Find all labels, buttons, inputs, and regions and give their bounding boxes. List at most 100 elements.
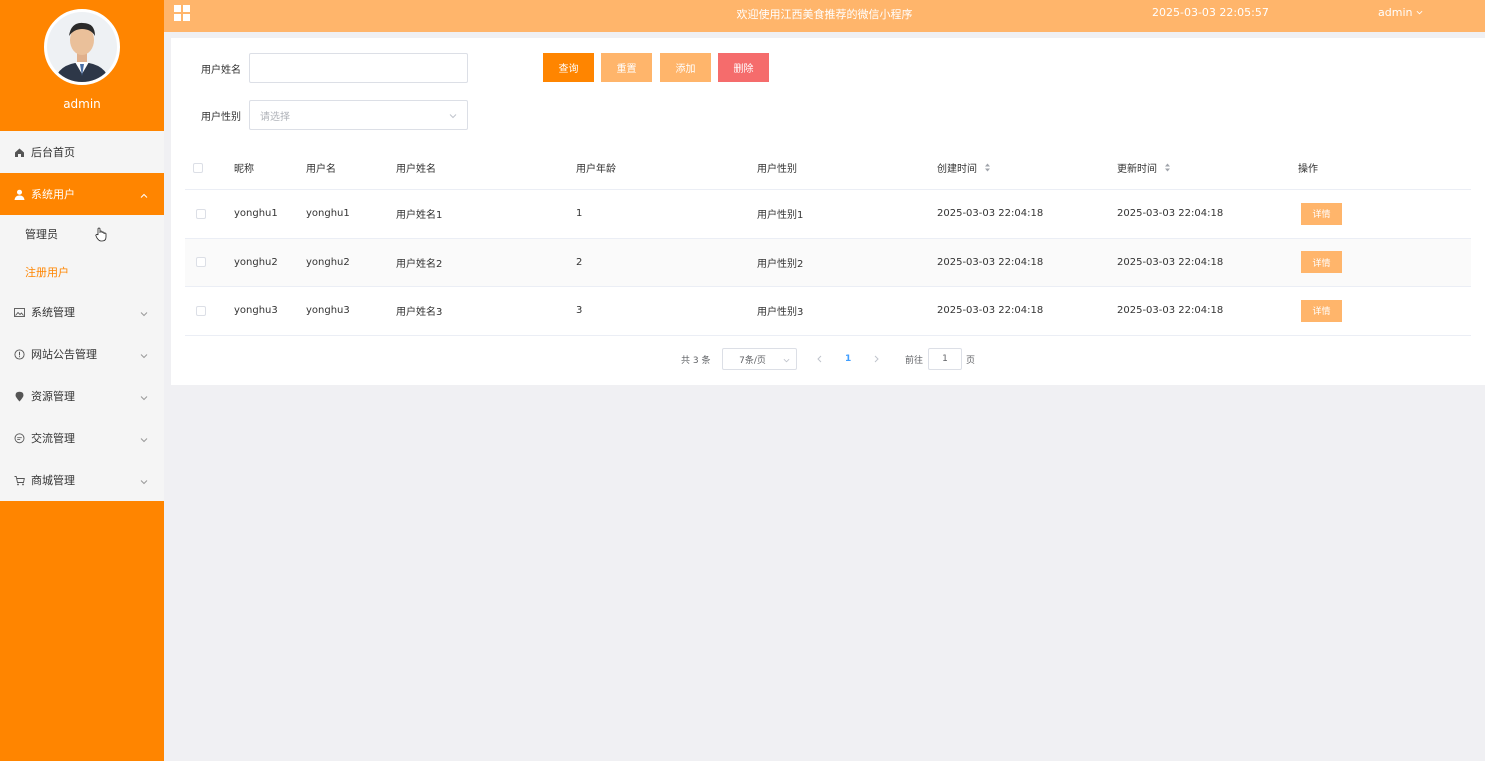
cell-gender: 用户性别3 — [757, 307, 804, 319]
cell-realname: 用户姓名2 — [396, 258, 443, 270]
col-realname: 用户姓名 — [396, 164, 436, 175]
chevron-up-icon — [140, 190, 148, 203]
row-checkbox[interactable] — [196, 208, 206, 219]
sidebar-subitem-label: 管理员 — [25, 228, 58, 241]
info-circle-icon — [13, 348, 25, 360]
profile-username: admin — [63, 97, 101, 111]
cell-age: 3 — [576, 305, 583, 317]
current-datetime: 2025-03-03 22:05:57 — [1152, 6, 1269, 19]
cell-gender: 用户性别1 — [757, 210, 804, 222]
sidebar-item-system-mgmt[interactable]: 系统管理 — [0, 291, 164, 333]
sidebar-item-exchange-mgmt[interactable]: 交流管理 — [0, 417, 164, 459]
name-search-input[interactable] — [249, 53, 468, 83]
select-all-checkbox[interactable] — [193, 162, 203, 173]
page-size-select[interactable]: 7条/页 — [722, 348, 797, 370]
cell-updated: 2025-03-03 22:04:18 — [1117, 208, 1224, 220]
sidebar-subitem-label: 注册用户 — [25, 266, 69, 279]
cell-created: 2025-03-03 22:04:18 — [937, 305, 1044, 317]
user-dropdown-label: admin — [1378, 6, 1413, 19]
gender-search-row: 用户性别 请选择 — [171, 100, 468, 130]
chevron-down-icon — [140, 434, 148, 447]
sort-icon — [1164, 163, 1171, 175]
chevron-down-icon — [140, 476, 148, 489]
sort-icon — [984, 163, 991, 175]
avatar — [44, 9, 120, 85]
sidebar-item-announcement-mgmt[interactable]: 网站公告管理 — [0, 333, 164, 375]
sidebar-item-system-users[interactable]: 系统用户 — [0, 173, 164, 215]
chevron-down-icon — [783, 357, 790, 367]
col-nickname: 昵称 — [234, 164, 254, 175]
col-gender: 用户性别 — [757, 164, 797, 175]
cell-updated: 2025-03-03 22:04:18 — [1117, 256, 1224, 268]
cell-username: yonghu1 — [306, 208, 350, 220]
row-checkbox[interactable] — [196, 305, 206, 316]
app-title: 欢迎使用江西美食推荐的微信小程序 — [736, 8, 913, 21]
top-header: 欢迎使用江西美食推荐的微信小程序 2025-03-03 22:05:57 adm… — [164, 0, 1485, 32]
query-button[interactable]: 查询 — [543, 53, 594, 82]
row-checkbox[interactable] — [196, 257, 206, 268]
delete-button[interactable]: 删除 — [718, 53, 769, 82]
cell-nickname: yonghu3 — [234, 305, 278, 317]
reset-button[interactable]: 重置 — [601, 53, 652, 82]
user-icon — [13, 188, 25, 200]
cell-username: yonghu2 — [306, 256, 350, 268]
sidebar-item-label: 系统用户 — [31, 188, 75, 201]
table-row: yonghu1 yonghu1 用户姓名1 1 用户性别1 2025-03-03… — [185, 190, 1471, 239]
cell-gender: 用户性别2 — [757, 258, 804, 270]
col-created[interactable]: 创建时间 — [937, 160, 991, 175]
cell-created: 2025-03-03 22:04:18 — [937, 256, 1044, 268]
cell-age: 1 — [576, 208, 583, 220]
sidebar-item-mall-mgmt[interactable]: 商城管理 — [0, 459, 164, 501]
sidebar-item-label: 后台首页 — [31, 146, 75, 159]
sidebar-item-label: 网站公告管理 — [31, 348, 97, 361]
pagination-total: 共 3 条 — [681, 355, 711, 366]
sidebar-item-home[interactable]: 后台首页 — [0, 131, 164, 173]
cell-age: 2 — [576, 256, 583, 268]
detail-button[interactable]: 详情 — [1301, 251, 1342, 274]
sidebar-item-label: 商城管理 — [31, 474, 75, 487]
goto-page-input[interactable]: 1 — [928, 348, 962, 370]
col-username: 用户名 — [306, 164, 336, 175]
sidebar-item-label: 系统管理 — [31, 306, 75, 319]
cell-nickname: yonghu1 — [234, 208, 278, 220]
pagination: 共 3 条 7条/页 1 前往 1 页 — [171, 348, 1485, 370]
chevron-down-icon — [1416, 6, 1423, 19]
add-button[interactable]: 添加 — [660, 53, 711, 82]
sidebar-item-resource-mgmt[interactable]: 资源管理 — [0, 375, 164, 417]
cell-realname: 用户姓名3 — [396, 307, 443, 319]
cell-nickname: yonghu2 — [234, 256, 278, 268]
chevron-down-icon — [449, 112, 457, 123]
goto-page-value: 1 — [942, 354, 948, 364]
gender-select-placeholder: 请选择 — [260, 111, 290, 123]
name-search-row: 用户姓名 — [171, 53, 468, 83]
goto-label: 前往 — [905, 355, 924, 366]
name-search-label: 用户姓名 — [201, 64, 241, 76]
sidebar-subitem-registered[interactable]: 注册用户 — [0, 253, 164, 291]
col-updated[interactable]: 更新时间 — [1117, 160, 1171, 175]
detail-button[interactable]: 详情 — [1301, 299, 1342, 322]
chat-bubble-icon — [13, 432, 25, 444]
user-dropdown[interactable]: admin — [1378, 6, 1423, 19]
content-card: 用户姓名 用户性别 请选择 查询 重置 添加 删除 昵称 用户名 用户姓名 用户… — [171, 38, 1485, 385]
gender-select[interactable]: 请选择 — [249, 100, 468, 130]
col-actions: 操作 — [1298, 164, 1318, 175]
sidebar-item-label: 资源管理 — [31, 390, 75, 403]
table-row: yonghu3 yonghu3 用户姓名3 3 用户性别3 2025-03-03… — [185, 287, 1471, 336]
cell-updated: 2025-03-03 22:04:18 — [1117, 305, 1224, 317]
page-number-current[interactable]: 1 — [845, 348, 851, 370]
page-size-label: 7条/页 — [739, 355, 766, 366]
col-created-label: 创建时间 — [937, 164, 977, 175]
sidebar-menu: 后台首页 系统用户 管理员 注册用户 系统管理 网站公告管理 资源管理 交流管理… — [0, 131, 164, 501]
table-row: yonghu2 yonghu2 用户姓名2 2 用户性别2 2025-03-03… — [185, 238, 1471, 287]
next-page-icon[interactable] — [873, 348, 880, 370]
col-updated-label: 更新时间 — [1117, 164, 1157, 175]
hand-cursor-icon — [95, 227, 107, 245]
sidebar-subitem-admin[interactable]: 管理员 — [0, 215, 164, 253]
cell-realname: 用户姓名1 — [396, 210, 443, 222]
detail-button[interactable]: 详情 — [1301, 202, 1342, 225]
cell-username: yonghu3 — [306, 305, 350, 317]
profile-area: admin — [0, 0, 164, 131]
prev-page-icon[interactable] — [816, 348, 823, 370]
cell-created: 2025-03-03 22:04:18 — [937, 208, 1044, 220]
users-table: 昵称 用户名 用户姓名 用户年龄 用户性别 创建时间 更新时间 操作 yongh… — [185, 146, 1471, 336]
